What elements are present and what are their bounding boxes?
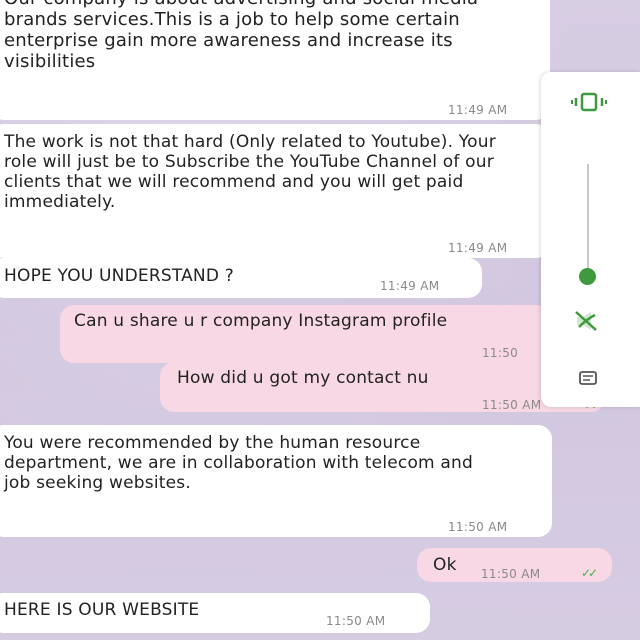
volume-slider-thumb[interactable]	[579, 268, 596, 285]
message-text: Ok	[433, 555, 457, 575]
outgoing-message[interactable]: Ok 11:50 AM ✓✓	[417, 548, 612, 582]
volume-slider-track[interactable]	[587, 164, 589, 274]
ringer-settings-icon[interactable]	[578, 369, 598, 387]
message-text: Can u share u r company Instagram profil…	[74, 311, 448, 331]
message-time: 11:50 AM	[448, 520, 508, 534]
message-time: 11:49 AM	[448, 103, 508, 117]
vibrate-icon[interactable]	[569, 90, 609, 114]
volume-panel[interactable]	[541, 72, 640, 407]
message-text: You were recommended by the human resour…	[4, 433, 473, 493]
message-time: 11:49 AM	[448, 241, 508, 255]
incoming-message[interactable]: HERE IS OUR WEBSITE 11:50 AM	[0, 593, 430, 633]
message-text: The work is not that hard (Only related …	[4, 132, 496, 212]
outgoing-message[interactable]: Can u share u r company Instagram profil…	[60, 305, 550, 363]
read-receipt-icon: ✓✓	[581, 566, 598, 580]
message-time: 11:50 AM	[481, 567, 541, 581]
message-time: 11:49 AM	[380, 279, 440, 293]
message-time: 11:50 AM	[482, 398, 542, 412]
message-text: HOPE YOU UNDERSTAND ?	[4, 266, 234, 286]
message-text: How did u got my contact nu	[177, 368, 429, 388]
message-text: HERE IS OUR WEBSITE	[4, 600, 200, 620]
mute-icon[interactable]	[573, 309, 601, 333]
incoming-message[interactable]: The work is not that hard (Only related …	[0, 124, 550, 258]
incoming-message[interactable]: You were recommended by the human resour…	[0, 425, 552, 537]
incoming-message[interactable]: Our company is about advertising and soc…	[0, 0, 550, 120]
incoming-message[interactable]: HOPE YOU UNDERSTAND ? 11:49 AM	[0, 258, 482, 298]
message-time: 11:50	[482, 346, 519, 360]
outgoing-message[interactable]: How did u got my contact nu 11:50 AM ✓✓	[160, 362, 605, 412]
message-time: 11:50 AM	[326, 614, 386, 628]
message-text: Our company is about advertising and soc…	[4, 0, 478, 72]
